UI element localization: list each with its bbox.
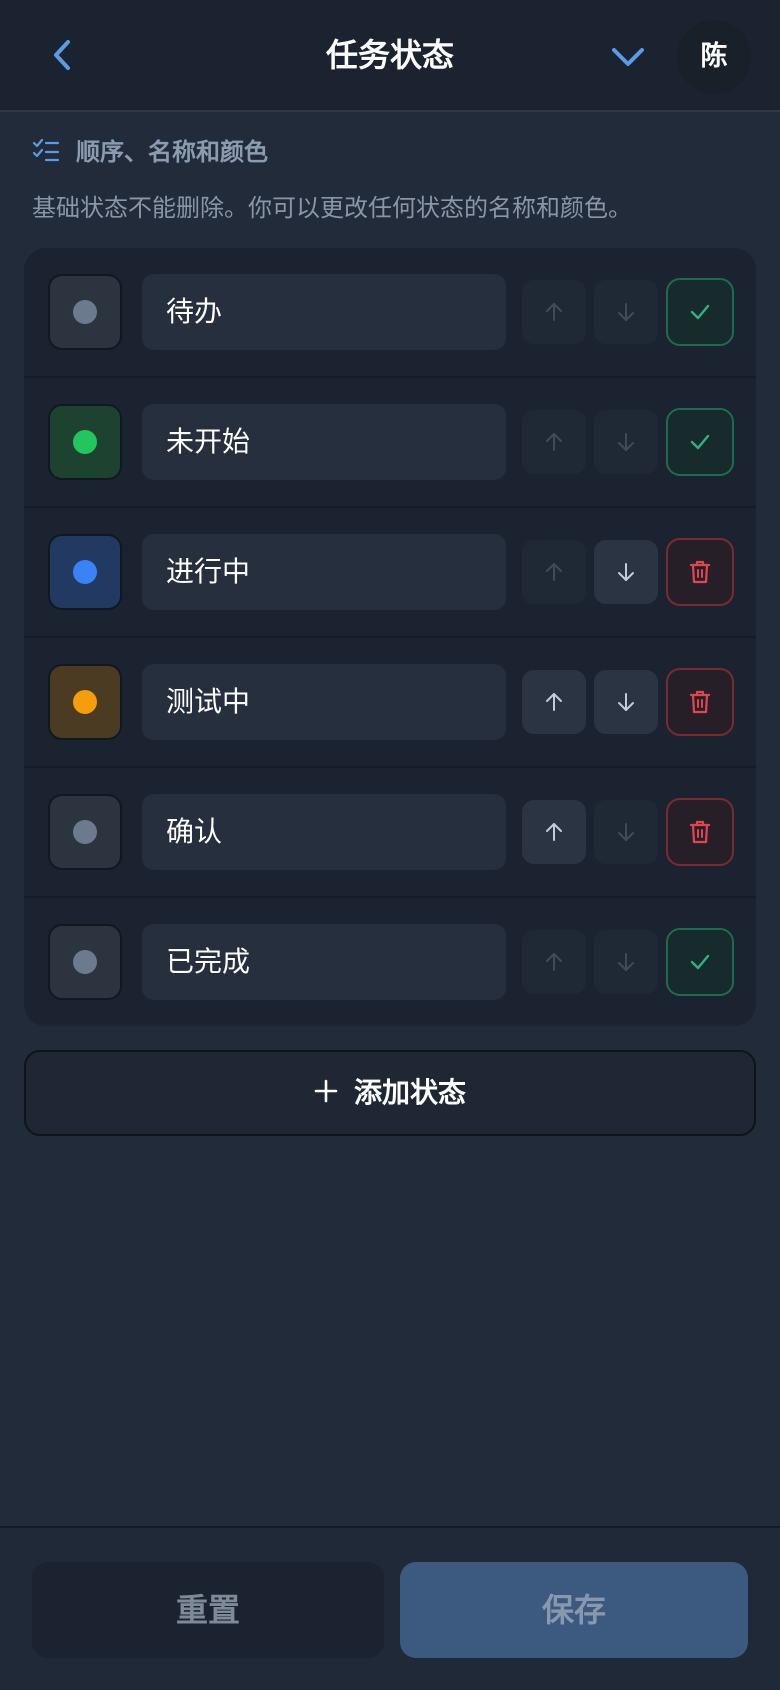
add-status-content: 添加状态 bbox=[26, 1052, 754, 1134]
color-swatch-button[interactable] bbox=[48, 404, 122, 480]
menu-toggle-button[interactable] bbox=[604, 38, 652, 78]
section-description: 基础状态不能删除。你可以更改任何状态的名称和颜色。 bbox=[32, 194, 632, 222]
color-dot bbox=[73, 430, 97, 454]
check-icon bbox=[690, 304, 710, 320]
confirm-button[interactable] bbox=[666, 928, 734, 996]
color-dot bbox=[73, 950, 97, 974]
chevron-down-icon bbox=[612, 48, 644, 66]
status-name-input[interactable]: 测试中 bbox=[142, 664, 506, 740]
status-name-input[interactable]: 进行中 bbox=[142, 534, 506, 610]
color-dot bbox=[73, 690, 97, 714]
status-row: 已完成 bbox=[24, 898, 756, 1026]
arrow-down-icon bbox=[618, 563, 634, 581]
arrow-down-icon bbox=[618, 433, 634, 451]
arrow-up-icon bbox=[546, 823, 562, 841]
move-down-button[interactable] bbox=[594, 670, 658, 734]
move-up-button[interactable] bbox=[522, 670, 586, 734]
arrow-down-icon bbox=[618, 693, 634, 711]
trash-icon bbox=[689, 560, 711, 584]
color-swatch-button[interactable] bbox=[48, 274, 122, 350]
app-header: 任务状态 陈 bbox=[0, 0, 780, 112]
status-row: 进行中 bbox=[24, 508, 756, 638]
color-dot bbox=[73, 820, 97, 844]
trash-icon bbox=[689, 690, 711, 714]
move-down-button[interactable] bbox=[594, 930, 658, 994]
add-status-button[interactable]: 添加状态 bbox=[24, 1050, 756, 1136]
check-icon bbox=[690, 434, 710, 450]
arrow-down-icon bbox=[618, 303, 634, 321]
status-name-input[interactable]: 确认 bbox=[142, 794, 506, 870]
move-up-button[interactable] bbox=[522, 540, 586, 604]
delete-button[interactable] bbox=[666, 538, 734, 606]
color-swatch-button[interactable] bbox=[48, 924, 122, 1000]
checklist-icon bbox=[32, 138, 60, 162]
color-swatch-button[interactable] bbox=[48, 664, 122, 740]
move-up-button[interactable] bbox=[522, 800, 586, 864]
arrow-up-icon bbox=[546, 563, 562, 581]
section-title: 顺序、名称和颜色 bbox=[76, 138, 268, 166]
page-title: 任务状态 bbox=[325, 36, 454, 74]
status-list: 待办未开始进行中测试中确认已完成 bbox=[24, 248, 756, 1026]
arrow-up-icon bbox=[546, 693, 562, 711]
color-dot bbox=[73, 560, 97, 584]
status-name-input[interactable]: 已完成 bbox=[142, 924, 506, 1000]
move-up-button[interactable] bbox=[522, 280, 586, 344]
move-up-button[interactable] bbox=[522, 410, 586, 474]
reset-button[interactable]: 重置 bbox=[32, 1562, 384, 1658]
check-icon bbox=[690, 954, 710, 970]
status-row: 测试中 bbox=[24, 638, 756, 768]
status-row: 未开始 bbox=[24, 378, 756, 508]
move-down-button[interactable] bbox=[594, 800, 658, 864]
arrow-up-icon bbox=[546, 303, 562, 321]
footer-bar: 重置 保存 bbox=[0, 1526, 780, 1690]
status-name-input[interactable]: 待办 bbox=[142, 274, 506, 350]
add-status-label: 添加状态 bbox=[353, 1076, 466, 1109]
move-down-button[interactable] bbox=[594, 540, 658, 604]
color-dot bbox=[73, 300, 97, 324]
color-swatch-button[interactable] bbox=[48, 794, 122, 870]
arrow-down-icon bbox=[618, 823, 634, 841]
plus-icon bbox=[314, 1079, 338, 1103]
trash-icon bbox=[689, 820, 711, 844]
delete-button[interactable] bbox=[666, 668, 734, 736]
save-button[interactable]: 保存 bbox=[400, 1562, 748, 1658]
arrow-down-icon bbox=[618, 953, 634, 971]
confirm-button[interactable] bbox=[666, 408, 734, 476]
delete-button[interactable] bbox=[666, 798, 734, 866]
status-row: 确认 bbox=[24, 768, 756, 898]
color-swatch-button[interactable] bbox=[48, 534, 122, 610]
arrow-up-icon bbox=[546, 953, 562, 971]
arrow-up-icon bbox=[546, 433, 562, 451]
move-down-button[interactable] bbox=[594, 280, 658, 344]
move-down-button[interactable] bbox=[594, 410, 658, 474]
confirm-button[interactable] bbox=[666, 278, 734, 346]
status-name-input[interactable]: 未开始 bbox=[142, 404, 506, 480]
move-up-button[interactable] bbox=[522, 930, 586, 994]
status-row: 待办 bbox=[24, 248, 756, 378]
avatar[interactable]: 陈 bbox=[677, 20, 751, 94]
